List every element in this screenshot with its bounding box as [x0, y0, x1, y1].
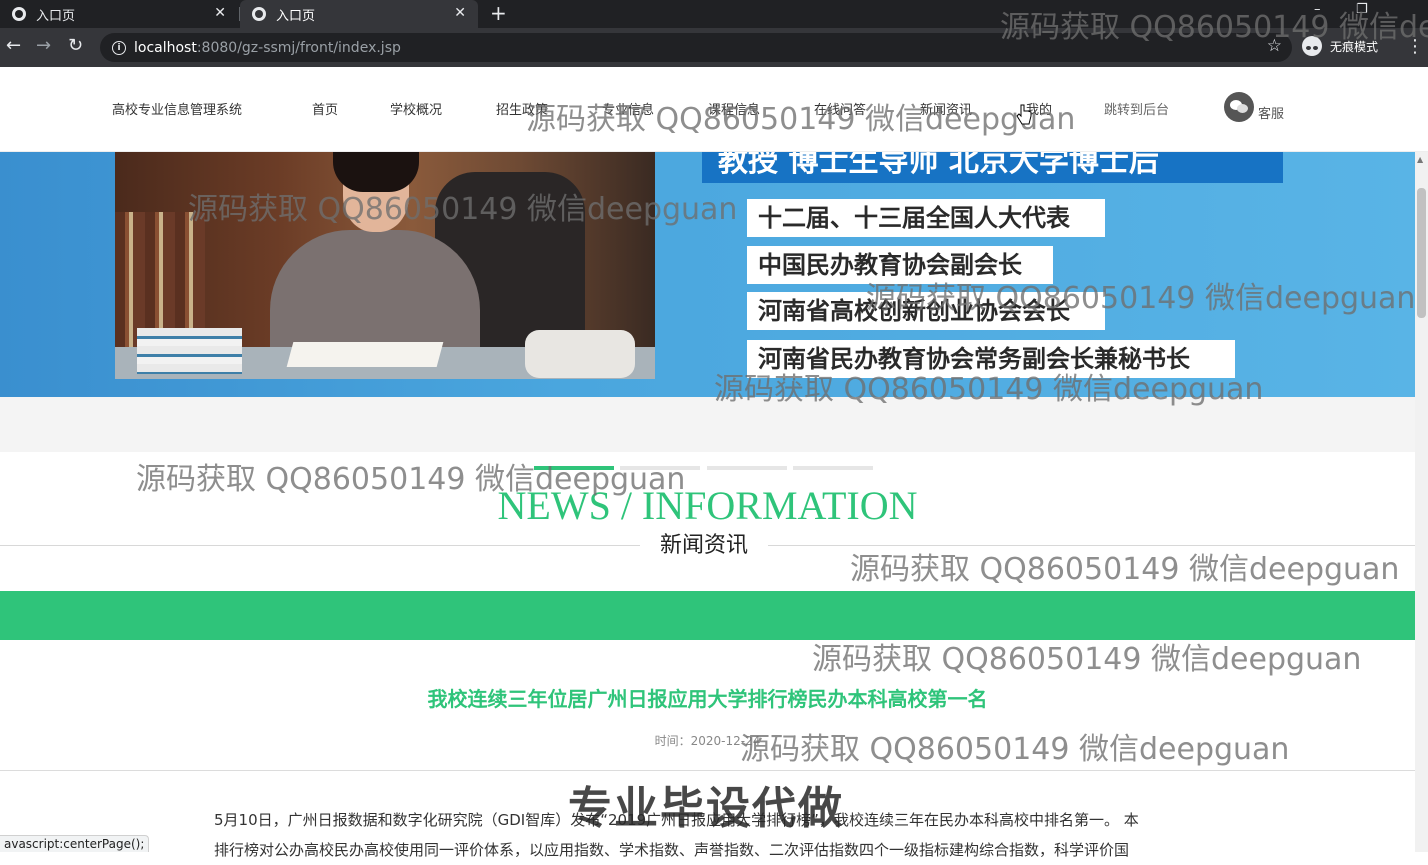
hero-banner[interactable]: 教授 博士生导师 北京大学博士后 十二届、十三届全国人大代表 中国民办教育协会副…: [0, 152, 1415, 397]
menu-kebab-icon[interactable]: ⋮: [1406, 36, 1424, 57]
service-label: 客服: [1258, 107, 1285, 122]
nav-major-info[interactable]: 专业信息: [602, 99, 654, 118]
watermark: 源码获取 QQ86050149 微信deepguan: [850, 552, 1400, 587]
news-heading-en: NEWS / INFORMATION: [497, 483, 918, 528]
article-title[interactable]: 我校连续三年位居广州日报应用大学排行榜民办本科高校第一名: [0, 683, 1415, 712]
nav-home[interactable]: 首页: [312, 99, 338, 118]
incognito-indicator[interactable]: 无痕模式: [1302, 36, 1378, 56]
article-divider: [0, 770, 1415, 771]
close-icon[interactable]: ✕: [214, 5, 226, 21]
carousel-dot-3[interactable]: [707, 466, 787, 470]
news-heading-cn: 新闻资讯: [640, 532, 768, 560]
url-host: localhost: [134, 39, 197, 56]
tab-label: 入口页: [276, 8, 316, 24]
banner-title-item: 中国民办教育协会副会长: [747, 246, 1053, 284]
carousel-dot-4[interactable]: [793, 466, 873, 470]
wechat-icon: [1224, 92, 1254, 122]
open-book: [286, 342, 444, 367]
site-navbar: 高校专业信息管理系统 首页 学校概况 招生政策 专业信息 课程信息 在线问答 新…: [0, 67, 1428, 152]
browser-toolbar: ← → ↻ i localhost:8080/gz-ssmj/front/ind…: [0, 28, 1428, 67]
article-date: 时间：2020-12-24: [654, 734, 761, 748]
customer-service[interactable]: 客服: [1224, 92, 1284, 122]
new-tab-button[interactable]: +: [490, 1, 507, 25]
banner-title-item: 河南省高校创新创业协会会长: [747, 292, 1105, 330]
close-icon[interactable]: ✕: [454, 5, 466, 21]
incognito-icon: [1302, 36, 1322, 56]
reload-icon[interactable]: ↻: [68, 35, 83, 56]
incognito-label: 无痕模式: [1330, 39, 1379, 54]
news-tab-bar: [0, 591, 1415, 640]
url-path: :8080/gz-ssmj/front/index.jsp: [196, 39, 401, 56]
banner-title-item: 河南省民办教育协会常务副会长兼秘书长: [747, 340, 1235, 378]
address-bar[interactable]: i localhost:8080/gz-ssmj/front/index.jsp…: [100, 33, 1292, 62]
site-brand[interactable]: 高校专业信息管理系统: [112, 99, 242, 118]
nav-admin-link[interactable]: 跳转到后台: [1104, 99, 1169, 118]
forward-icon[interactable]: →: [36, 35, 51, 56]
banner-title-item: 十二届、十三届全国人大代表: [747, 199, 1105, 237]
tab-label: 入口页: [36, 8, 76, 24]
banner-title-line: 教授 博士生导师 北京大学博士后: [702, 152, 1283, 183]
globe-icon: [252, 7, 266, 21]
watermark: 源码获取 QQ86050149 微信deepguan: [812, 642, 1362, 677]
nav-news[interactable]: 新闻资讯: [920, 99, 972, 118]
browser-tab-2[interactable]: 入口页 ✕: [240, 0, 478, 28]
carousel-dot-2[interactable]: [620, 466, 700, 470]
nav-course-info[interactable]: 课程信息: [708, 99, 760, 118]
desk-phone: [525, 330, 635, 378]
globe-icon: [12, 7, 26, 21]
restore-icon[interactable]: ❐: [1356, 2, 1368, 17]
back-icon[interactable]: ←: [6, 35, 21, 56]
status-bar: avascript:centerPage();: [0, 835, 150, 852]
banner-bottom-band: [0, 397, 1415, 452]
nav-online-qa[interactable]: 在线问答: [814, 99, 866, 118]
book-stack: [137, 328, 242, 374]
carousel-dot-1[interactable]: [534, 466, 614, 470]
nav-admission-policy[interactable]: 招生政策: [496, 99, 548, 118]
promo-watermark: 专业毕设代做: [568, 783, 844, 834]
scroll-up-icon[interactable]: ▲: [1417, 155, 1423, 164]
hand-cursor-icon: [1016, 104, 1032, 125]
page-scrollbar[interactable]: ▲: [1415, 152, 1428, 852]
nav-school-overview[interactable]: 学校概况: [390, 99, 442, 118]
tab-strip: 入口页 ✕ 入口页 ✕ + – ❐: [0, 0, 1428, 28]
info-icon[interactable]: i: [112, 40, 126, 55]
minimize-icon[interactable]: –: [1314, 2, 1321, 17]
scrollbar-thumb[interactable]: [1417, 188, 1426, 318]
person-hair: [333, 152, 419, 192]
banner-photo: [115, 152, 655, 379]
browser-tab-1[interactable]: 入口页 ✕: [0, 0, 238, 28]
bookmark-star-icon[interactable]: ☆: [1267, 36, 1282, 56]
article-line: 排行榜对公办高校民办高校使用同一评价体系，以应用指数、学术指数、声誉指数、二次评…: [214, 841, 1130, 859]
